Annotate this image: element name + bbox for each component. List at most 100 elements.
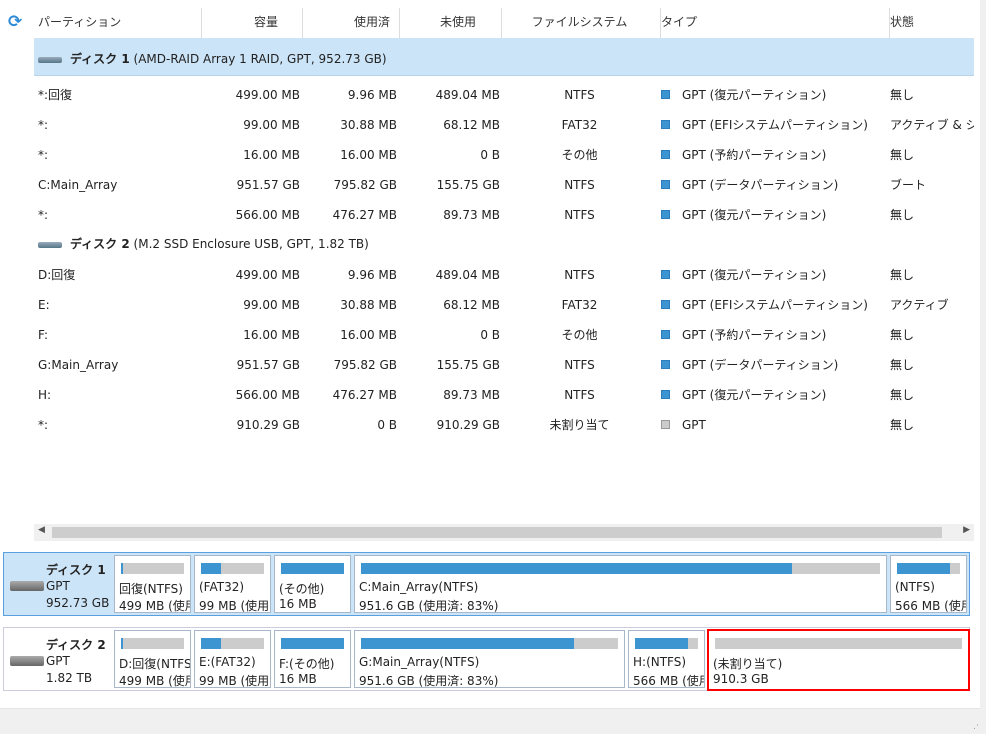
partition-block[interactable]: (その他) 16 MB	[274, 555, 351, 613]
status-bar	[0, 708, 986, 734]
usage-bar	[897, 563, 960, 574]
usage-bar	[201, 563, 264, 574]
partition-block-label: (未割り当て)	[713, 657, 783, 671]
partition-block-label: F:(その他)	[279, 657, 335, 671]
column-divider[interactable]	[501, 8, 502, 38]
partition-block-info: 499 MB (使用	[119, 599, 191, 613]
column-header[interactable]: タイプ	[661, 0, 697, 38]
partition-block-info: 951.6 GB (使用済: 83%)	[359, 674, 499, 688]
partition-row[interactable]: D:回復 499.00 MB 9.96 MB 489.04 MB NTFS GP…	[0, 260, 974, 290]
partition-block-label: (FAT32)	[199, 580, 245, 594]
column-header[interactable]: 使用済	[303, 0, 390, 38]
usage-bar	[121, 563, 184, 574]
unused: 155.75 GB	[436, 358, 500, 372]
partition-type: GPT (予約パーティション)	[682, 148, 827, 162]
usage-bar	[281, 638, 344, 649]
partition-block[interactable]: D:回復(NTFS) 499 MB (使用	[114, 630, 191, 688]
column-header[interactable]: パーティション	[38, 0, 121, 38]
partition-row[interactable]: F: 16.00 MB 16.00 MB 0 B その他 GPT (予約パーティ…	[0, 320, 974, 350]
unused: 489.04 MB	[435, 268, 500, 282]
partition-row[interactable]: C:Main_Array 951.57 GB 795.82 GB 155.75 …	[0, 170, 974, 200]
scroll-left-arrow[interactable]: ◀	[38, 525, 45, 535]
partition-block-label: D:回復(NTFS)	[119, 657, 191, 671]
partition-row[interactable]: *: 910.29 GB 0 B 910.29 GB 未割り当て GPT 無し	[0, 410, 974, 440]
column-divider[interactable]	[889, 8, 890, 38]
disk-map-size: 1.82 TB	[46, 671, 93, 685]
column-header[interactable]: ファイルシステム	[502, 0, 657, 38]
column-divider[interactable]	[302, 8, 303, 38]
disk-detail: (AMD-RAID Array 1 RAID, GPT, 952.73 GB)	[133, 52, 387, 66]
partition-row[interactable]: *: 99.00 MB 30.88 MB 68.12 MB FAT32 GPT …	[0, 110, 974, 140]
partition-block[interactable]: H:(NTFS) 566 MB (使用	[628, 630, 705, 688]
partition-name: C:Main_Array	[38, 178, 118, 192]
filesystem: 未割り当て	[549, 418, 610, 432]
partition-type: GPT (EFIシステムパーティション)	[682, 298, 868, 312]
status: ブート	[890, 178, 927, 192]
disk-map-2[interactable]: ディスク 2 GPT 1.82 TB D:回復(NTFS) 499 MB (使用…	[3, 627, 970, 691]
partition-type: GPT (データパーティション)	[682, 358, 839, 372]
usage-bar	[281, 563, 344, 574]
partition-row[interactable]: E: 99.00 MB 30.88 MB 68.12 MB FAT32 GPT …	[0, 290, 974, 320]
usage-bar	[121, 638, 184, 649]
partition-row[interactable]: *:回復 499.00 MB 9.96 MB 489.04 MB NTFS GP…	[0, 80, 974, 110]
partition-block[interactable]: F:(その他) 16 MB	[274, 630, 351, 688]
partition-block-info: 99 MB (使用	[199, 674, 270, 688]
disk-map-size: 952.73 GB	[46, 596, 110, 610]
partition-type-icon	[661, 120, 670, 129]
column-divider[interactable]	[660, 8, 661, 38]
partition-block-info: 566 MB (使用	[895, 599, 967, 613]
unused: 910.29 GB	[436, 418, 500, 432]
disk-icon	[38, 56, 62, 63]
horizontal-scrollbar[interactable]: ◀ ▶	[34, 524, 974, 541]
status: 無し	[890, 208, 915, 222]
capacity: 951.57 GB	[236, 358, 300, 372]
partition-block-info: 16 MB	[279, 597, 317, 611]
disk-map-1[interactable]: ディスク 1 GPT 952.73 GB 回復(NTFS) 499 MB (使用…	[3, 552, 970, 616]
scroll-thumb[interactable]	[52, 527, 942, 538]
disk-header-row[interactable]: ディスク 2 (M.2 SSD Enclosure USB, GPT, 1.82…	[34, 229, 974, 259]
partition-name: *:	[38, 148, 49, 162]
partition-block[interactable]: 回復(NTFS) 499 MB (使用	[114, 555, 191, 613]
filesystem: NTFS	[564, 268, 595, 282]
capacity: 566.00 MB	[235, 208, 300, 222]
partition-block[interactable]: (FAT32) 99 MB (使用	[194, 555, 271, 613]
partition-type: GPT (復元パーティション)	[682, 88, 827, 102]
filesystem: NTFS	[564, 178, 595, 192]
partition-type-icon	[661, 300, 670, 309]
unused: 489.04 MB	[435, 88, 500, 102]
partition-block-info: 499 MB (使用	[119, 674, 191, 688]
partition-type-icon	[661, 150, 670, 159]
partition-type-icon	[661, 420, 670, 429]
unused: 0 B	[480, 148, 500, 162]
filesystem: NTFS	[564, 388, 595, 402]
partition-block-info: 16 MB	[279, 672, 317, 686]
partition-row[interactable]: *: 16.00 MB 16.00 MB 0 B その他 GPT (予約パーティ…	[0, 140, 974, 170]
column-header[interactable]: 状態	[890, 0, 914, 38]
used: 795.82 GB	[333, 178, 397, 192]
partition-block[interactable]: (NTFS) 566 MB (使用	[890, 555, 967, 613]
disk-header-row[interactable]: ディスク 1 (AMD-RAID Array 1 RAID, GPT, 952.…	[34, 38, 974, 76]
used: 30.88 MB	[340, 118, 397, 132]
partition-block[interactable]: E:(FAT32) 99 MB (使用	[194, 630, 271, 688]
used: 9.96 MB	[347, 268, 397, 282]
disk-map-name: ディスク 1	[46, 563, 106, 577]
column-header[interactable]: 容量	[202, 0, 278, 38]
capacity: 910.29 GB	[236, 418, 300, 432]
refresh-icon[interactable]: ⟳	[8, 12, 22, 32]
column-header[interactable]: 未使用	[400, 0, 476, 38]
capacity: 16.00 MB	[243, 328, 300, 342]
partition-row[interactable]: G:Main_Array 951.57 GB 795.82 GB 155.75 …	[0, 350, 974, 380]
disk-map-name: ディスク 2	[46, 638, 106, 652]
partition-row[interactable]: *: 566.00 MB 476.27 MB 89.73 MB NTFS GPT…	[0, 200, 974, 230]
partition-row[interactable]: H: 566.00 MB 476.27 MB 89.73 MB NTFS GPT…	[0, 380, 974, 410]
partition-block[interactable]: G:Main_Array(NTFS) 951.6 GB (使用済: 83%)	[354, 630, 625, 688]
scroll-right-arrow[interactable]: ▶	[963, 525, 970, 535]
used: 476.27 MB	[332, 388, 397, 402]
column-divider[interactable]	[399, 8, 400, 38]
partition-type: GPT (復元パーティション)	[682, 208, 827, 222]
partition-block[interactable]: C:Main_Array(NTFS) 951.6 GB (使用済: 83%)	[354, 555, 887, 613]
partition-block[interactable]: (未割り当て) 910.3 GB	[707, 629, 970, 691]
capacity: 951.57 GB	[236, 178, 300, 192]
column-divider[interactable]	[201, 8, 202, 38]
used: 30.88 MB	[340, 298, 397, 312]
